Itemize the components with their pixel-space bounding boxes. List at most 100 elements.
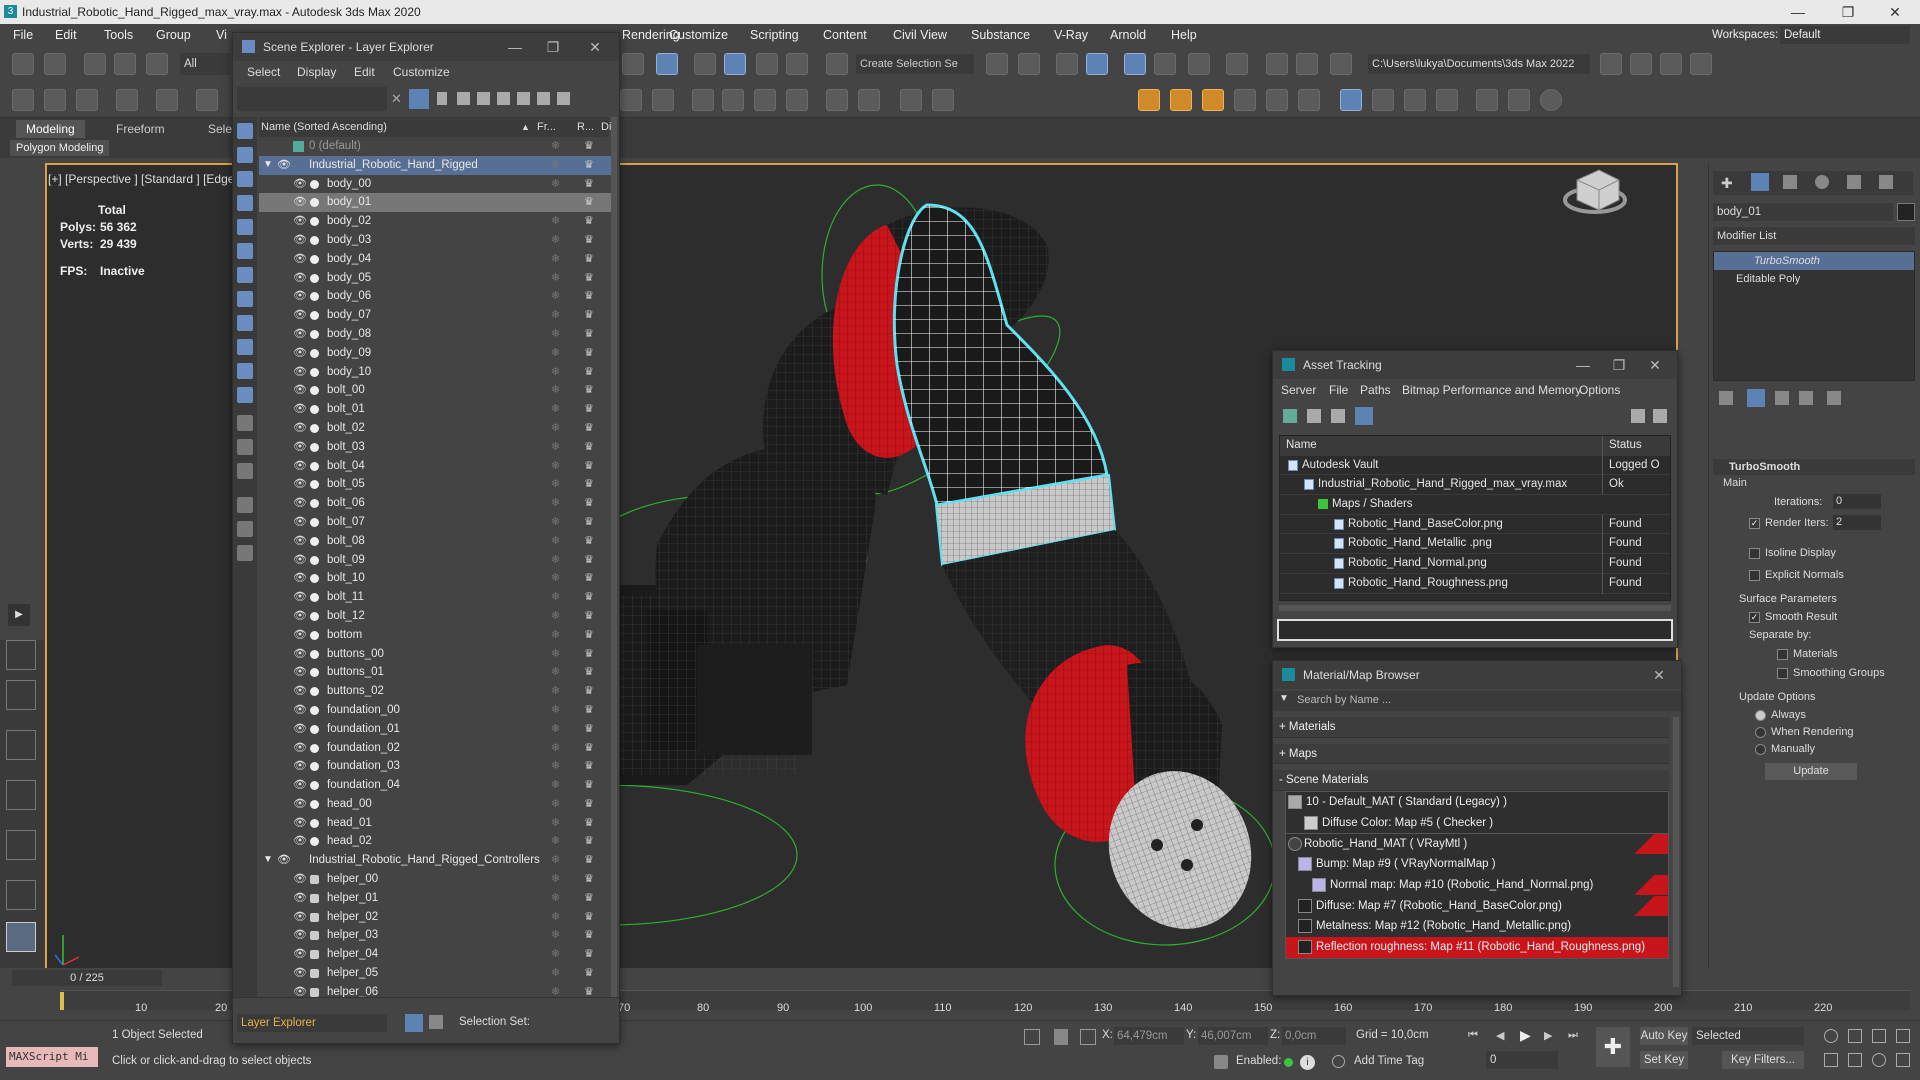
x-coordinate-field[interactable]: 64,479cm (1114, 1027, 1184, 1045)
minimize-button[interactable]: — (1775, 0, 1821, 24)
vray-icon-6[interactable] (858, 89, 880, 111)
asset-row[interactable]: Robotic_Hand_Normal.png Found (1280, 554, 1670, 574)
asset-row[interactable]: Autodesk Vault Logged O (1280, 455, 1670, 476)
previous-frame-icon[interactable]: ◀ (1496, 1029, 1512, 1043)
freeze-icon[interactable]: ❄ (551, 569, 560, 588)
lock-icon[interactable] (437, 92, 447, 105)
render-toggle-icon[interactable]: ♛ (584, 776, 594, 795)
visibility-eye-icon[interactable]: 👁 (293, 513, 307, 532)
filter-frozen-icon[interactable] (237, 363, 253, 379)
field-of-view-icon[interactable] (1824, 1053, 1838, 1067)
render-toggle-icon[interactable]: ♛ (584, 607, 594, 626)
object-row[interactable]: 👁 foundation_04 ❄ ♛ (259, 776, 614, 795)
edit-named-selection-icon[interactable] (826, 53, 848, 75)
at-menu-server[interactable]: Server (1281, 379, 1316, 401)
selection-set-icon[interactable] (429, 1015, 443, 1029)
scissors-icon[interactable] (1372, 89, 1394, 111)
render-toggle-icon[interactable]: ♛ (584, 457, 594, 476)
freeze-icon[interactable]: ❄ (551, 626, 560, 645)
material-search-input[interactable]: Search by Name ... (1297, 694, 1391, 706)
vray-icon-1[interactable] (620, 89, 642, 111)
material-default[interactable]: 10 - Default_MAT ( Standard (Legacy) ) (1286, 792, 1668, 813)
render-toggle-icon[interactable]: ♛ (584, 626, 594, 645)
visibility-eye-icon[interactable]: 👁 (293, 569, 307, 588)
create-tab-icon[interactable]: ✚ (1721, 175, 1733, 192)
helper-row[interactable]: 👁 helper_05 ❄ ♛ (259, 964, 614, 983)
object-row[interactable]: 👁 foundation_02 ❄ ♛ (259, 739, 614, 758)
filter-cameras-icon[interactable] (237, 195, 253, 211)
freeze-icon[interactable]: ❄ (551, 720, 560, 739)
render-toggle-icon[interactable]: ♛ (584, 156, 594, 175)
filter-funnel-2-icon[interactable] (237, 521, 253, 537)
freeze-icon[interactable]: ❄ (551, 475, 560, 494)
freeze-icon[interactable]: ❄ (551, 889, 560, 908)
category-scene-materials[interactable]: - Scene Materials (1273, 770, 1669, 792)
col-name[interactable]: Name (1280, 439, 1317, 451)
render-toggle-icon[interactable]: ♛ (584, 851, 594, 870)
col-display-header[interactable]: Di (601, 117, 611, 137)
object-row[interactable]: 👁 body_00 ❄ ♛ (259, 175, 614, 194)
visibility-eye-icon[interactable]: 👁 (293, 475, 307, 494)
col-name-header[interactable]: Name (Sorted Ascending) (261, 117, 387, 137)
freeze-icon[interactable]: ❄ (551, 513, 560, 532)
asset-tracking-maximize[interactable]: ❐ (1599, 351, 1639, 379)
render-toggle-icon[interactable]: ♛ (584, 701, 594, 720)
object-row[interactable]: 👁 bolt_12 ❄ ♛ (259, 607, 614, 626)
visibility-eye-icon[interactable]: 👁 (293, 250, 307, 269)
object-name-field[interactable]: body_01 (1713, 203, 1893, 221)
render-iters-checkbox[interactable]: ✓ (1749, 518, 1760, 529)
ribbon-tab-modeling[interactable]: Modeling (16, 120, 85, 138)
move-icon[interactable] (622, 53, 644, 75)
object-row[interactable]: 👁 bolt_04 ❄ ♛ (259, 457, 614, 476)
visibility-eye-icon[interactable]: 👁 (293, 231, 307, 250)
pan-view-icon[interactable] (1848, 1053, 1862, 1067)
menu-help[interactable]: Help (1171, 24, 1197, 46)
layout-tab-4[interactable] (6, 780, 36, 810)
select-manipulate-icon[interactable] (656, 53, 678, 75)
project-icon-2[interactable] (1630, 53, 1652, 75)
render-toggle-icon[interactable]: ♛ (584, 306, 594, 325)
visibility-eye-icon[interactable]: 👁 (293, 663, 307, 682)
visibility-eye-icon[interactable]: 👁 (293, 870, 307, 889)
object-row[interactable]: 👁 bolt_03 ❄ ♛ (259, 438, 614, 457)
freeze-icon[interactable]: ❄ (551, 983, 560, 997)
render-toggle-icon[interactable]: ♛ (584, 419, 594, 438)
close-button[interactable]: ✕ (1872, 0, 1918, 24)
zoom-extents-icon[interactable] (1872, 1029, 1886, 1043)
object-row[interactable]: 👁 body_10 ❄ ♛ (259, 363, 614, 382)
project-icon-4[interactable] (1690, 53, 1712, 75)
object-row[interactable]: 👁 bolt_11 ❄ ♛ (259, 588, 614, 607)
render-toggle-icon[interactable]: ♛ (584, 757, 594, 776)
visibility-eye-icon[interactable]: 👁 (293, 175, 307, 194)
configure-modifier-sets-icon[interactable] (1827, 391, 1841, 405)
render-toggle-icon[interactable]: ♛ (584, 645, 594, 664)
at-menu-bitmap-performance[interactable]: Bitmap Performance and Memory (1402, 379, 1581, 401)
render-toggle-icon[interactable]: ♛ (584, 870, 594, 889)
filter-box-icon[interactable] (237, 545, 253, 561)
object-row[interactable]: 👁 body_01 ❄ ♛ (259, 193, 614, 213)
freeze-icon[interactable]: ❄ (551, 757, 560, 776)
layer-icon[interactable] (116, 89, 138, 111)
freeze-icon[interactable]: ❄ (551, 926, 560, 945)
object-row[interactable]: 👁 body_09 ❄ ♛ (259, 344, 614, 363)
filter-groups-icon[interactable] (237, 267, 253, 283)
toggle-ribbon-icon[interactable] (1124, 53, 1146, 75)
link-icon[interactable] (84, 53, 106, 75)
layer-hierarchy-icon[interactable] (497, 92, 510, 105)
visibility-eye-icon[interactable]: 👁 (293, 607, 307, 626)
object-row[interactable]: 👁 buttons_01 ❄ ♛ (259, 663, 614, 682)
freeze-icon[interactable]: ❄ (551, 287, 560, 306)
freeze-icon[interactable]: ❄ (551, 363, 560, 382)
render-toggle-icon[interactable]: ♛ (584, 682, 594, 701)
object-row[interactable]: 👁 body_07 ❄ ♛ (259, 306, 614, 325)
freeze-icon[interactable]: ❄ (551, 457, 560, 476)
visibility-eye-icon[interactable]: 👁 (277, 156, 291, 175)
render-toggle-icon[interactable]: ♛ (584, 494, 594, 513)
menu-edit[interactable]: Edit (55, 24, 77, 46)
scene-explorer-scrollbar[interactable] (611, 117, 617, 997)
settings-icon[interactable] (196, 89, 218, 111)
map-icon[interactable] (1298, 89, 1320, 111)
table-icon[interactable] (1404, 89, 1426, 111)
snap-3d-icon[interactable] (694, 53, 716, 75)
map-diffuse-checker[interactable]: Diffuse Color: Map #5 ( Checker ) (1286, 813, 1668, 834)
